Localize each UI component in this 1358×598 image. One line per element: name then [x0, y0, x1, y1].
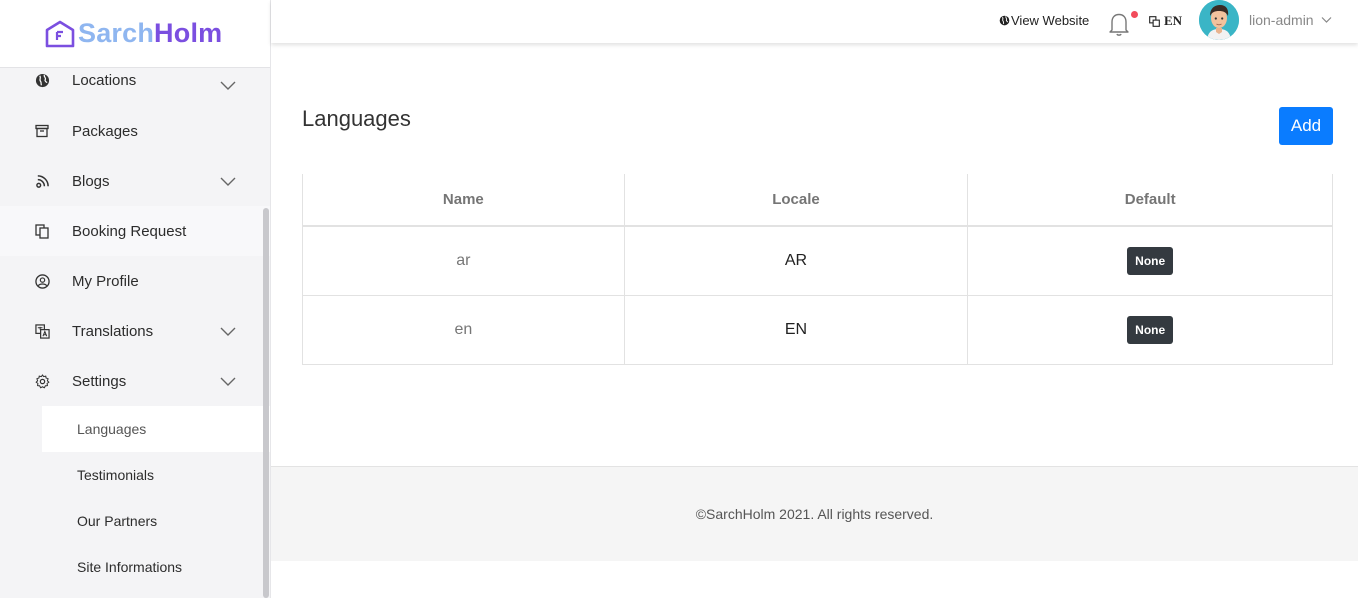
chevron-down-icon	[220, 81, 236, 90]
cell-default: None	[967, 294, 1333, 365]
feed-icon	[34, 173, 50, 189]
archive-icon	[34, 123, 50, 139]
sidebar-scrollbar[interactable]	[263, 208, 269, 598]
cell-default: None	[967, 225, 1333, 296]
gear-icon	[34, 373, 50, 389]
add-language-button[interactable]: Add	[1279, 107, 1333, 145]
language-selector[interactable]: EN	[1149, 13, 1182, 29]
table-row[interactable]: ar AR None	[302, 225, 1333, 296]
cell-name: ar	[302, 225, 625, 296]
footer: ©SarchHolm 2021. All rights reserved.	[271, 466, 1358, 561]
footer-copyright: ©SarchHolm 2021. All rights reserved.	[695, 506, 934, 522]
table-header-row: Name Locale Default	[302, 174, 1333, 227]
cell-locale: AR	[623, 225, 969, 296]
avatar[interactable]	[1199, 0, 1239, 40]
sidebar-item-packages[interactable]: Packages	[0, 106, 270, 156]
sidebar-subitem-languages[interactable]: Languages	[42, 406, 270, 452]
house-logo-icon	[45, 20, 75, 47]
sidebar-item-locations[interactable]: Locations	[0, 68, 270, 94]
user-name[interactable]: lion-admin	[1249, 12, 1314, 28]
default-badge: None	[1127, 246, 1174, 275]
topbar: View Website EN lion-admin	[271, 0, 1358, 43]
column-header-default[interactable]: Default	[967, 174, 1333, 227]
view-website-link[interactable]: View Website	[999, 13, 1089, 28]
chevron-down-icon	[220, 327, 236, 336]
sidebar-subitem-our-partners[interactable]: Our Partners	[0, 498, 270, 544]
logo[interactable]: SarchHolm	[0, 0, 270, 68]
logo-text: SarchHolm	[78, 18, 223, 48]
sidebar-subitem-testimonials[interactable]: Testimonials	[0, 452, 270, 498]
chevron-down-icon	[220, 177, 236, 186]
sidebar-item-my-profile[interactable]: My Profile	[0, 256, 270, 306]
column-header-name[interactable]: Name	[302, 174, 625, 227]
sidebar-item-blogs[interactable]: Blogs	[0, 156, 270, 206]
sidebar-item-booking-request[interactable]: Booking Request	[0, 206, 270, 256]
table-row[interactable]: en EN None	[302, 294, 1333, 365]
page-title: Languages	[302, 106, 411, 131]
sidebar-item-translations[interactable]: Translations	[0, 306, 270, 356]
bell-icon[interactable]	[1108, 11, 1130, 37]
column-header-locale[interactable]: Locale	[623, 174, 969, 227]
sidebar-subitem-site-informations[interactable]: Site Informations	[0, 544, 270, 590]
languages-table: Name Locale Default ar AR None en EN Non…	[302, 174, 1333, 365]
cell-name: en	[302, 294, 625, 365]
chevron-down-icon	[220, 377, 236, 386]
user-circle-icon	[34, 273, 50, 289]
sidebar-item-settings[interactable]: Settings	[0, 356, 270, 406]
translate-icon	[1149, 15, 1160, 27]
translate-icon	[34, 323, 50, 339]
settings-submenu: Languages Testimonials Our Partners Site…	[0, 406, 270, 590]
copy-icon	[34, 223, 50, 239]
cell-locale: EN	[623, 294, 969, 365]
globe-icon	[34, 72, 50, 88]
sidebar-nav: Locations Packages Blogs Booking Request	[0, 68, 270, 590]
sidebar: SarchHolm Locations Packages Blogs Booki…	[0, 0, 271, 598]
globe-icon	[999, 15, 1010, 26]
chevron-down-icon[interactable]	[1321, 16, 1332, 24]
notification-dot	[1131, 11, 1138, 18]
default-badge: None	[1127, 315, 1174, 344]
